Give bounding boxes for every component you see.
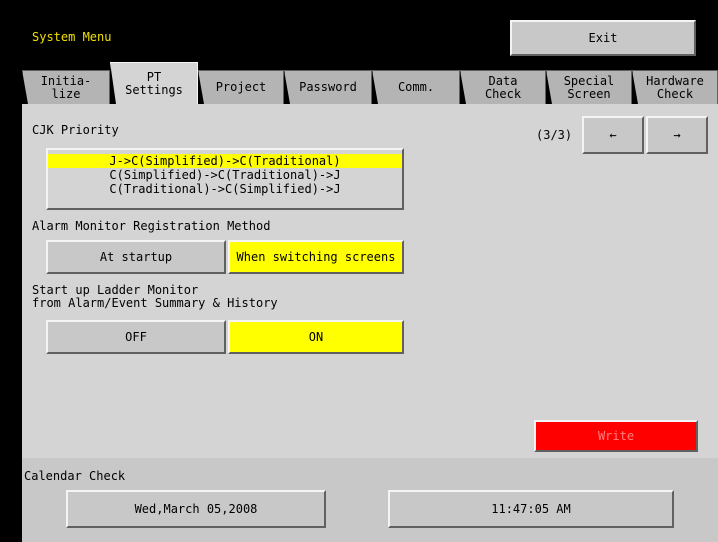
time-field[interactable]: 11:47:05 AM [388, 490, 674, 528]
list-item[interactable]: J->C(Simplified)->C(Traditional) [48, 154, 402, 168]
tab-project[interactable]: Project [198, 70, 284, 104]
tab-data-check[interactable]: Data Check [460, 70, 546, 104]
calendar-check-label: Calendar Check [24, 469, 126, 483]
alarm-monitor-label: Alarm Monitor Registration Method [32, 219, 271, 233]
tab-label: Data Check [484, 73, 522, 101]
tab-label: Comm. [397, 80, 435, 94]
tab-label: Special Screen [563, 73, 615, 101]
left-arrow-icon: ← [609, 128, 617, 142]
tab-special-screen[interactable]: Special Screen [546, 70, 632, 104]
tab-initialize[interactable]: Initia- lize [22, 70, 110, 104]
tab-hardware-check[interactable]: Hardware Check [632, 70, 718, 104]
calendar-check-section: Calendar Check Wed,March 05,2008 11:47:0… [22, 458, 718, 542]
date-field[interactable]: Wed,March 05,2008 [66, 490, 326, 528]
ladder-monitor-label: Start up Ladder Monitor from Alarm/Event… [32, 283, 278, 310]
list-item[interactable]: C(Traditional)->C(Simplified)->J [48, 182, 402, 196]
tab-label: PT Settings [125, 69, 183, 97]
write-button[interactable]: Write [534, 420, 698, 452]
tab-label: Hardware Check [646, 73, 704, 101]
tab-comm[interactable]: Comm. [372, 70, 460, 104]
ladder-on-button[interactable]: ON [228, 320, 404, 354]
exit-button[interactable]: Exit [510, 20, 696, 56]
system-menu-title: System Menu [32, 30, 112, 44]
tab-password[interactable]: Password [284, 70, 372, 104]
top-bar: System Menu Exit [0, 0, 718, 60]
page-indicator: (3/3) [536, 128, 573, 142]
prev-page-button[interactable]: ← [582, 116, 644, 154]
tab-label: Initia- lize [40, 73, 92, 101]
ladder-off-button[interactable]: OFF [46, 320, 226, 354]
right-arrow-icon: → [673, 128, 681, 142]
pt-settings-panel: CJK Priority (3/3) ← → J->C(Simplified)-… [22, 104, 718, 458]
when-switching-screens-button[interactable]: When switching screens [228, 240, 404, 274]
at-startup-button[interactable]: At startup [46, 240, 226, 274]
cjk-priority-list[interactable]: J->C(Simplified)->C(Traditional) C(Simpl… [46, 148, 404, 210]
tab-label: Password [299, 80, 357, 94]
tab-pt-settings[interactable]: PT Settings [110, 62, 198, 104]
tab-label: Project [215, 80, 267, 94]
cjk-priority-label: CJK Priority [32, 123, 119, 137]
next-page-button[interactable]: → [646, 116, 708, 154]
tab-bar: Initia- lize PT Settings Project Passwor… [22, 62, 718, 104]
list-item[interactable]: C(Simplified)->C(Traditional)->J [48, 168, 402, 182]
